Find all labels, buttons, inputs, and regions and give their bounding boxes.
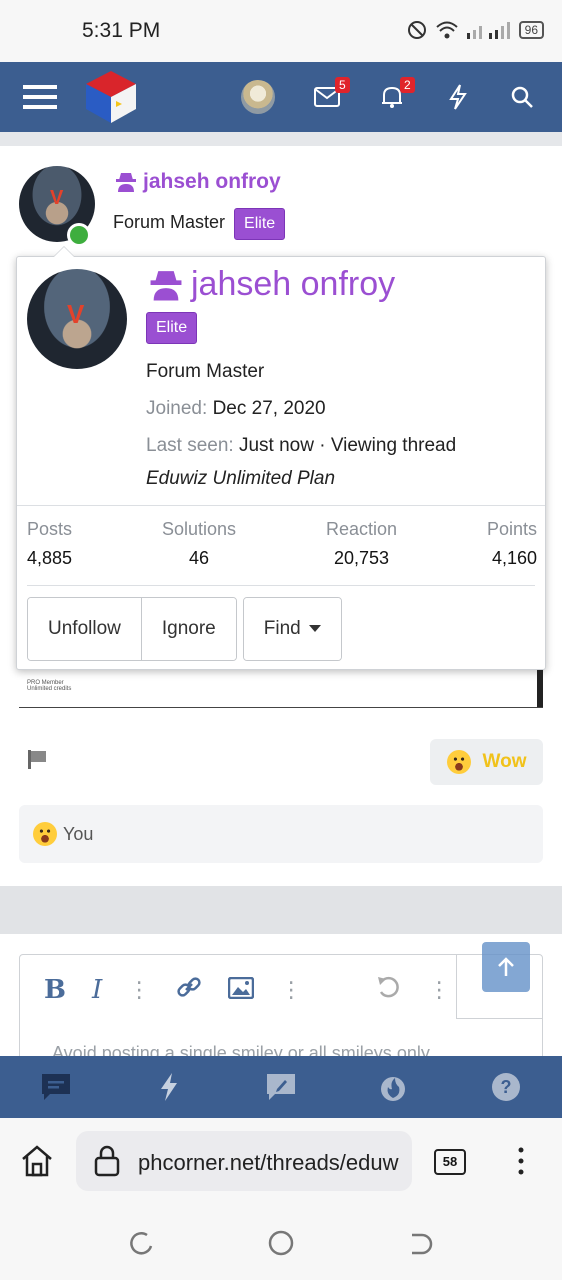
back-button-icon[interactable]: [406, 1230, 434, 1263]
divider: [0, 132, 562, 146]
divider: [0, 886, 562, 934]
whats-new-icon[interactable]: [440, 79, 476, 115]
wow-reaction-button[interactable]: Wow: [430, 739, 543, 785]
reactions-summary[interactable]: You: [19, 805, 543, 863]
home-button-icon[interactable]: [267, 1229, 295, 1262]
member-last-seen: Last seen: Just now · Viewing thread: [146, 435, 457, 456]
lock-icon: [94, 1145, 120, 1177]
member-stats: Posts 4,885 Solutions 46 Reaction 20,753…: [27, 519, 537, 569]
online-status-icon: [67, 223, 91, 247]
more-history-icon[interactable]: ⋮: [428, 977, 450, 1003]
whats-new-nav-icon[interactable]: [149, 1067, 189, 1107]
more-options-icon[interactable]: ⋮: [128, 977, 150, 1003]
unfollow-button[interactable]: Unfollow: [28, 598, 141, 660]
member-name[interactable]: jahseh onfroy: [149, 265, 395, 304]
divider: [27, 585, 535, 586]
new-post-icon[interactable]: [261, 1067, 301, 1107]
scroll-to-top-button[interactable]: [482, 942, 530, 992]
inbox-badge: 5: [335, 77, 350, 93]
stat-solutions[interactable]: Solutions 46: [162, 519, 236, 569]
editor-toolbar: B I ⋮ ⋮ ⋮: [20, 955, 456, 1025]
trending-icon[interactable]: [373, 1067, 413, 1107]
member-avatar[interactable]: V: [27, 269, 127, 369]
signal-icon: [466, 22, 510, 39]
recent-apps-icon[interactable]: [127, 1230, 155, 1263]
find-group: Find: [242, 597, 342, 661]
alerts-badge: 2: [400, 77, 415, 93]
menu-icon[interactable]: [22, 79, 58, 115]
wow-emoji-icon: [446, 750, 471, 774]
svg-text:?: ?: [500, 1077, 511, 1097]
help-icon[interactable]: ?: [486, 1067, 526, 1107]
image-icon[interactable]: [228, 975, 255, 1006]
avatar: [241, 80, 275, 114]
system-nav-bar: [0, 1210, 562, 1280]
post-author-title: Forum Master Elite: [113, 208, 286, 240]
do-not-disturb-icon: [407, 21, 426, 39]
browser-toolbar: phcorner.net/threads/eduw 58: [0, 1118, 562, 1210]
bottom-nav: ?: [0, 1056, 562, 1118]
top-nav: 5 2: [0, 62, 562, 132]
more-insert-icon[interactable]: ⋮: [280, 977, 302, 1003]
attachment-thumb: PRO Member Unlimited credits: [27, 680, 72, 692]
undo-icon[interactable]: [376, 975, 402, 1006]
site-logo[interactable]: [80, 66, 142, 128]
reply-editor[interactable]: B I ⋮ ⋮ ⋮ Avoid posting a single smiley …: [19, 954, 543, 1064]
address-bar[interactable]: phcorner.net/threads/eduw: [76, 1131, 412, 1191]
home-icon[interactable]: [20, 1144, 54, 1183]
status-icons: 96: [407, 20, 544, 40]
attachment-image[interactable]: PRO Member Unlimited credits: [19, 670, 543, 708]
bold-icon[interactable]: B: [44, 975, 66, 1005]
spy-icon: [116, 173, 136, 192]
wifi-icon: [435, 21, 458, 39]
report-flag-icon[interactable]: [26, 748, 48, 770]
cap-logo-icon: V: [50, 187, 64, 209]
italic-icon[interactable]: I: [92, 975, 102, 1005]
member-actions: Unfollow Ignore Find: [27, 597, 342, 661]
elite-banner: Elite: [146, 312, 198, 344]
find-button[interactable]: Find: [243, 598, 341, 660]
elite-banner: Elite: [234, 208, 286, 240]
status-bar: 5:31 PM 96: [0, 0, 562, 62]
tooltip-caret: [53, 246, 75, 257]
inbox-icon[interactable]: 5: [309, 77, 350, 115]
scroll-edge: [537, 670, 543, 707]
caret-down-icon: [308, 625, 321, 632]
spy-icon: [150, 270, 182, 300]
link-icon[interactable]: [176, 974, 202, 1007]
forums-icon[interactable]: [36, 1067, 76, 1107]
member-joined: Joined: Dec 27, 2020: [146, 398, 326, 419]
wow-emoji-icon: [33, 822, 57, 846]
stat-points[interactable]: Points 4,160: [487, 519, 537, 569]
user-avatar-button[interactable]: [240, 79, 276, 115]
alerts-icon[interactable]: 2: [374, 77, 415, 115]
member-title: Forum Master: [146, 361, 265, 382]
stat-reaction[interactable]: Reaction 20,753: [326, 519, 397, 569]
member-tooltip-card: V jahseh onfroy Elite Forum Master Joine…: [16, 246, 546, 670]
more-menu-icon[interactable]: [516, 1146, 526, 1181]
ignore-button[interactable]: Ignore: [140, 598, 236, 660]
follow-ignore-group: Unfollow Ignore: [27, 597, 237, 661]
divider: [17, 505, 545, 506]
tab-count-button[interactable]: 58: [434, 1149, 466, 1175]
battery-indicator: 96: [518, 21, 544, 39]
url-text: phcorner.net/threads/eduw: [138, 1150, 399, 1175]
post-author-name[interactable]: jahseh onfroy: [115, 170, 281, 194]
cap-logo-icon: V: [67, 299, 85, 329]
member-plan: Eduwiz Unlimited Plan: [146, 468, 336, 489]
stat-posts[interactable]: Posts 4,885: [27, 519, 72, 569]
status-time: 5:31 PM: [82, 19, 161, 42]
search-icon[interactable]: [504, 79, 540, 115]
arrow-up-icon: [498, 957, 514, 976]
